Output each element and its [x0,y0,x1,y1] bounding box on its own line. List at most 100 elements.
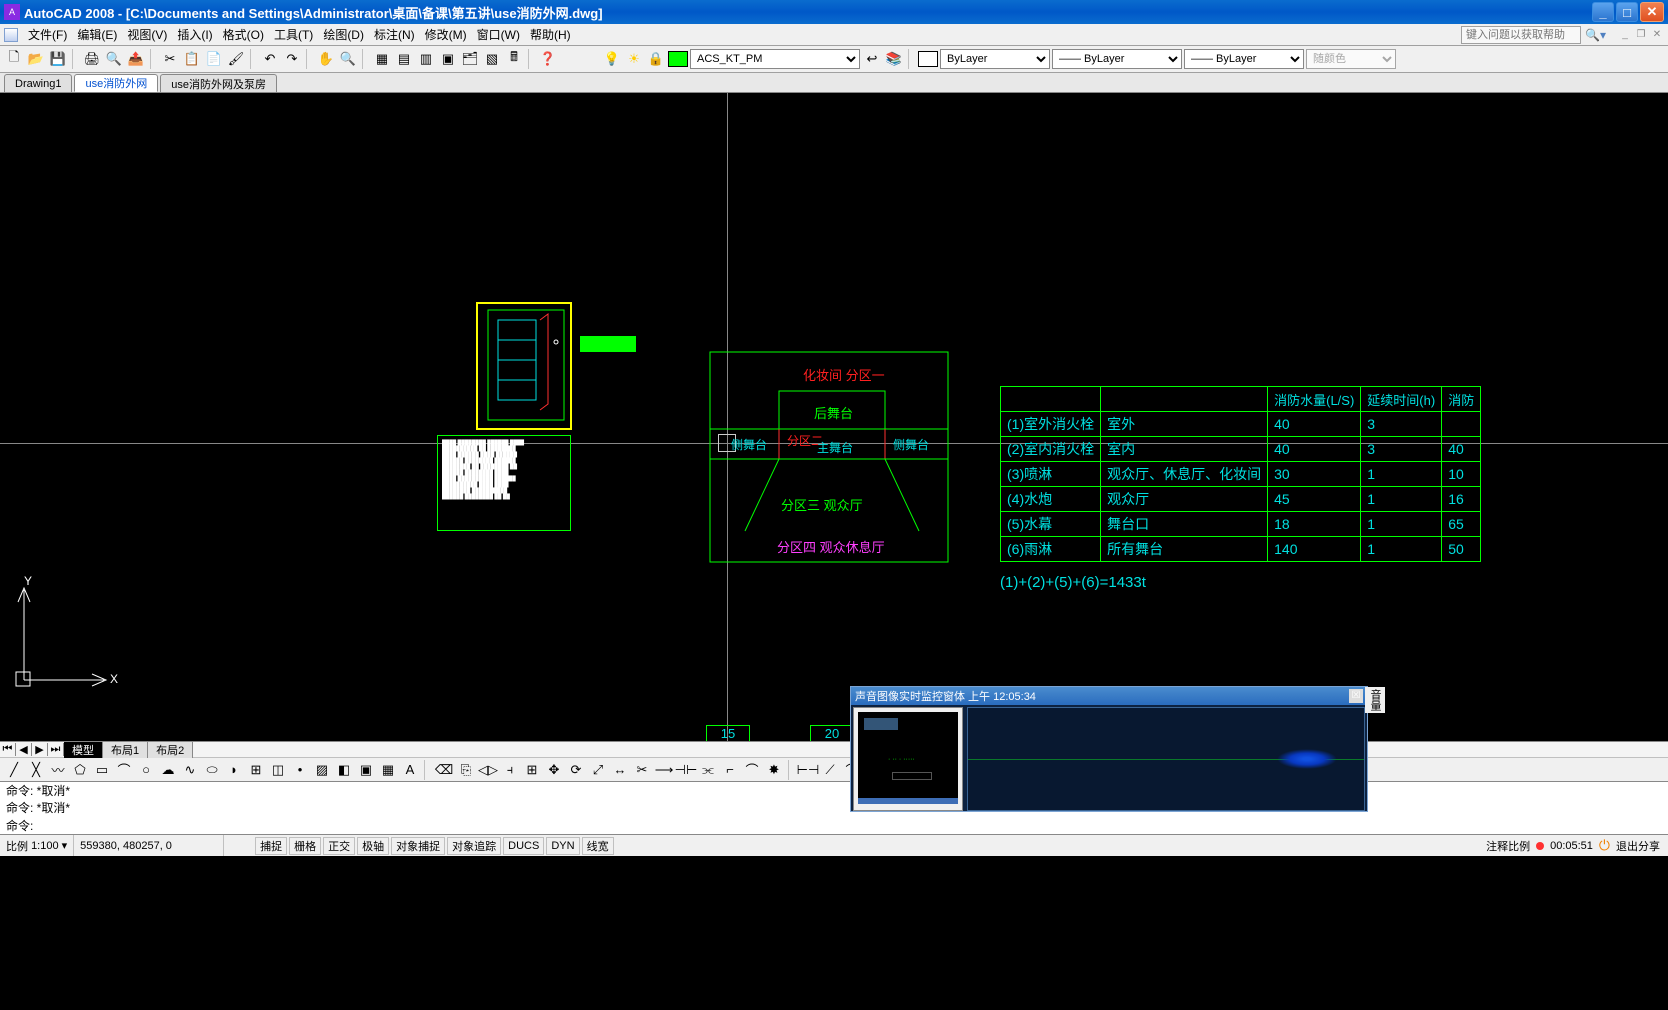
layout-nav-first[interactable]: ⏮ [0,743,16,756]
print-button[interactable]: 🖨 [82,49,102,69]
menu-dim[interactable]: 标注(N) [370,24,419,45]
layout-nav-next[interactable]: ▶ [32,743,48,756]
toolpalette-button[interactable]: 🗂 [460,49,480,69]
pline-button[interactable]: 〰 [48,760,68,780]
xline-button[interactable]: ╳ [26,760,46,780]
drawing-tab[interactable]: use消防外网 [74,74,158,92]
color-swatch[interactable] [918,51,938,67]
menu-edit[interactable]: 编辑(E) [73,24,121,45]
spline-button[interactable]: ∿ [180,760,200,780]
sheet-button[interactable]: ▥ [416,49,436,69]
maximize-button[interactable]: □ [1616,2,1638,22]
pan-button[interactable]: ✋ [316,49,336,69]
color-combo[interactable]: ByLayer [940,49,1050,69]
lineweight-combo[interactable]: —— ByLayer [1184,49,1304,69]
point-button[interactable]: • [290,760,310,780]
help-button[interactable]: ❓ [538,49,558,69]
layout-tab[interactable]: 布局1 [103,742,148,758]
menu-insert[interactable]: 插入(I) [173,24,216,45]
audio-monitor-close-button[interactable]: ☒ [1349,689,1363,703]
toggle-osnap[interactable]: 对象捕捉 [391,837,445,855]
command-input[interactable] [35,818,1662,832]
fillet-button[interactable]: ⌒ [742,760,762,780]
layer-state-icon[interactable]: 💡 [602,49,622,69]
table-button2[interactable]: ▦ [378,760,398,780]
block-editor-button[interactable]: ▦ [372,49,392,69]
mtext-button[interactable]: A [400,760,420,780]
layer-lock-icon[interactable]: 🔒 [646,49,666,69]
cut-button[interactable]: ✂ [160,49,180,69]
arc-button[interactable]: ⌒ [114,760,134,780]
copy-button[interactable]: 📋 [182,49,202,69]
command-window[interactable]: 命令: *取消* 命令: *取消* 命令: [0,781,1668,834]
menu-format[interactable]: 格式(O) [219,24,268,45]
toggle-polar[interactable]: 极轴 [357,837,389,855]
toggle-ducs[interactable]: DUCS [503,837,544,855]
xref-button[interactable]: ▣ [438,49,458,69]
rect-button[interactable]: ▭ [92,760,112,780]
move-button[interactable]: ✥ [544,760,564,780]
rotate-button[interactable]: ⟳ [566,760,586,780]
drawing-tab[interactable]: Drawing1 [4,74,72,92]
region-button[interactable]: ▣ [356,760,376,780]
power-icon[interactable]: ⏻ [1599,837,1610,854]
explode-button[interactable]: ✸ [764,760,784,780]
gradient-button[interactable]: ◧ [334,760,354,780]
erase-button[interactable]: ⌫ [434,760,454,780]
toggle-snap[interactable]: 捕捉 [255,837,287,855]
menu-tools[interactable]: 工具(T) [270,24,317,45]
status-scale[interactable]: 比例 1:100 ▾ [0,835,74,856]
dashboard-button[interactable]: ▧ [482,49,502,69]
line-button[interactable]: ╱ [4,760,24,780]
ellipsearc-button[interactable]: ◗ [224,760,244,780]
layer-color-swatch[interactable] [668,51,688,67]
save-button[interactable]: 💾 [48,49,68,69]
zoom-button[interactable]: 🔍 [338,49,358,69]
array-button[interactable]: ⊞ [522,760,542,780]
minimize-button[interactable]: _ [1592,2,1614,22]
doc-minimize-button[interactable]: _ [1618,28,1632,42]
revcloud-button[interactable]: ☁ [158,760,178,780]
polygon-button[interactable]: ⬠ [70,760,90,780]
table-button[interactable]: ▤ [394,49,414,69]
join-button[interactable]: ⫘ [698,760,718,780]
trim-button[interactable]: ✂ [632,760,652,780]
undo-button[interactable]: ↶ [260,49,280,69]
break-button[interactable]: ⊣⊢ [676,760,696,780]
linetype-combo[interactable]: —— ByLayer [1052,49,1182,69]
close-button[interactable]: ✕ [1640,2,1664,22]
circle-button[interactable]: ○ [136,760,156,780]
menu-draw[interactable]: 绘图(D) [319,24,368,45]
layer-manager-button[interactable]: 📚 [884,49,904,69]
toggle-lwt[interactable]: 线宽 [582,837,614,855]
copy-button2[interactable]: ⎘ [456,760,476,780]
toggle-dyn[interactable]: DYN [546,837,579,855]
hatch-button[interactable]: ▨ [312,760,332,780]
dimlinear-button[interactable]: ⊢⊣ [798,760,818,780]
toggle-otrack[interactable]: 对象追踪 [447,837,501,855]
toggle-grid[interactable]: 栅格 [289,837,321,855]
open-button[interactable]: 📂 [26,49,46,69]
chamfer-button[interactable]: ⌐ [720,760,740,780]
paste-button[interactable]: 📄 [204,49,224,69]
exit-share-button[interactable]: 退出分享 [1616,838,1660,854]
layer-combo[interactable]: ACS_KT_PM [690,49,860,69]
layout-tab-model[interactable]: 模型 [64,742,103,758]
help-search-input[interactable] [1461,26,1581,44]
toggle-ortho[interactable]: 正交 [323,837,355,855]
stretch-button[interactable]: ↔ [610,760,630,780]
menu-file[interactable]: 文件(F) [24,24,71,45]
layer-prev-button[interactable]: ↩ [862,49,882,69]
scale-button[interactable]: ⤢ [588,760,608,780]
menu-modify[interactable]: 修改(M) [421,24,471,45]
makeblock-button[interactable]: ◫ [268,760,288,780]
doc-close-button[interactable]: ✕ [1650,28,1664,42]
layer-freeze-icon[interactable]: ☀ [624,49,644,69]
dimalign-button[interactable]: ⟋ [820,760,840,780]
extend-button[interactable]: ⟶ [654,760,674,780]
layout-nav-prev[interactable]: ◀ [16,743,32,756]
new-button[interactable]: 🗋 [4,49,24,69]
drawing-canvas[interactable]: ████ ████████ ██████ ██████████████ ██ █… [0,93,1668,741]
menu-window[interactable]: 窗口(W) [473,24,524,45]
doc-restore-button[interactable]: ❐ [1634,28,1648,42]
